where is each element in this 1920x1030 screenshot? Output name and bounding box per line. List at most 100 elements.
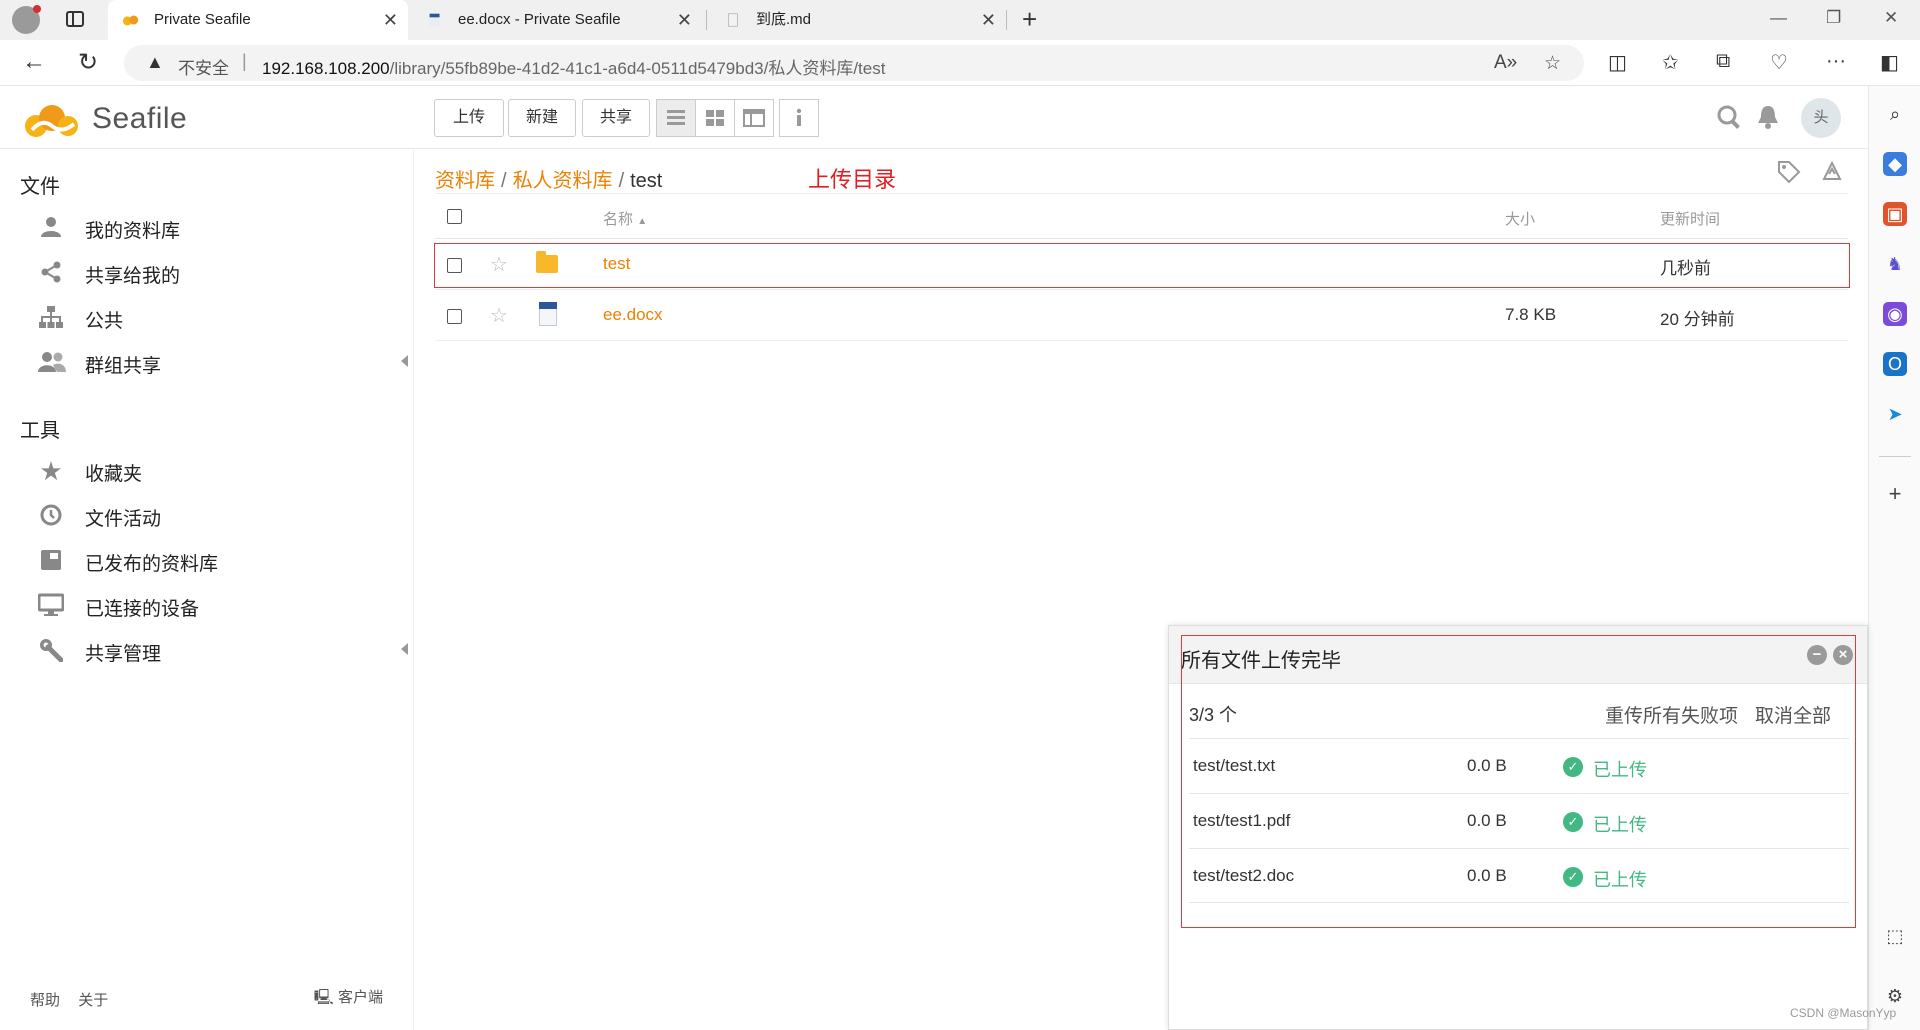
split-screen-icon[interactable]: ◫: [1608, 50, 1627, 75]
toolbox-icon[interactable]: ▣: [1883, 202, 1907, 226]
files-section-title: 文件: [20, 176, 60, 198]
sidebar-item-label: 共享管理: [85, 644, 162, 665]
tab-title: ee.docx - Private Seafile: [458, 11, 621, 28]
search-icon[interactable]: [1716, 104, 1742, 137]
doc-favicon-icon: [429, 13, 440, 27]
tab-title: 到底.md: [756, 11, 812, 28]
expand-caret-icon[interactable]: [401, 355, 408, 367]
sidebar-item-label: 文件活动: [85, 509, 162, 530]
sidebar-toggle-icon[interactable]: ◧: [1880, 50, 1899, 75]
favorite-star-icon[interactable]: ☆: [1544, 52, 1561, 75]
browser-tab-private-seafile[interactable]: Private Seafile ✕: [108, 0, 408, 40]
table-row[interactable]: ☆ ee.docx 7.8 KB 20 分钟前: [435, 291, 1848, 341]
address-divider: |: [242, 51, 247, 71]
select-all-checkbox[interactable]: [447, 209, 462, 224]
shopping-tag-icon[interactable]: ◆: [1883, 152, 1907, 176]
share-button[interactable]: 共享: [582, 99, 650, 137]
row-checkbox[interactable]: [447, 309, 462, 324]
file-table-header: 名称 ▲ 大小 更新时间: [435, 193, 1848, 239]
file-name[interactable]: ee.docx: [603, 305, 663, 325]
reload-icon[interactable]: ↻: [78, 48, 98, 77]
sidebar-item-published-libraries[interactable]: 已发布的资料库: [30, 546, 410, 576]
new-button[interactable]: 新建: [508, 99, 576, 137]
file-modified: 20 分钟前: [1660, 310, 1735, 329]
app-header: Seafile 上传 新建 共享 头: [0, 86, 1868, 149]
sidebar-item-label: 已发布的资料库: [85, 554, 219, 575]
group-icon: [38, 350, 66, 376]
star-icon: ★: [39, 456, 63, 486]
edge-sidebar-divider: [1879, 456, 1911, 457]
performance-icon[interactable]: ♡: [1770, 50, 1788, 75]
games-icon[interactable]: ♞: [1883, 252, 1907, 276]
tab-title: Private Seafile: [154, 11, 251, 28]
close-tab-icon[interactable]: ✕: [383, 0, 398, 40]
monitor-icon: 🖳: [313, 989, 334, 1006]
collections-icon[interactable]: ⧉: [1716, 50, 1730, 73]
new-tab-icon[interactable]: +: [1022, 4, 1037, 35]
tab-actions-icon[interactable]: [66, 11, 84, 27]
tab-separator: [706, 10, 707, 30]
warning-icon: ▲: [146, 52, 164, 72]
address-bar[interactable]: ▲ 不安全 | 192.168.108.200/library/55fb89be…: [124, 45, 1584, 81]
tag-icon[interactable]: [1777, 160, 1801, 190]
screenshot-icon[interactable]: ⬚: [1883, 924, 1907, 948]
annotation-label: 上传目录: [808, 167, 897, 192]
share-icon: [38, 260, 64, 286]
help-link[interactable]: 帮助: [30, 992, 60, 1009]
column-name[interactable]: 名称 ▲: [603, 208, 647, 229]
annotation-highlight-box: [1181, 635, 1856, 928]
published-library-icon: [38, 548, 64, 574]
star-outline-icon[interactable]: ☆: [490, 303, 508, 328]
sidebar-item-my-libraries[interactable]: 我的资料库: [30, 213, 410, 243]
favorites-icon[interactable]: ✩: [1662, 50, 1679, 75]
user-avatar[interactable]: 头: [1801, 98, 1841, 138]
send-icon[interactable]: ➤: [1883, 402, 1907, 426]
breadcrumb-libraries[interactable]: 资料库: [435, 170, 495, 192]
sidebar-footer: 帮助 关于: [30, 989, 122, 1010]
close-tab-icon[interactable]: ✕: [981, 0, 996, 40]
close-window-icon[interactable]: ✕: [1884, 8, 1898, 28]
sidebar-item-favorites[interactable]: ★ 收藏夹: [30, 456, 410, 486]
back-icon[interactable]: ←: [22, 48, 46, 76]
seafile-favicon-icon: [122, 15, 139, 26]
add-icon[interactable]: +: [1883, 482, 1907, 506]
client-link[interactable]: 🖳 客户端: [314, 986, 383, 1012]
column-view-button[interactable]: [734, 99, 774, 137]
column-modified: 更新时间: [1660, 211, 1721, 228]
minimize-icon[interactable]: —: [1770, 8, 1787, 28]
search-icon[interactable]: ⌕: [1883, 102, 1907, 126]
column-view-icon: [743, 109, 765, 127]
expand-caret-icon[interactable]: [401, 643, 408, 655]
sidebar-item-share-admin[interactable]: 共享管理: [30, 636, 410, 666]
more-menu-icon[interactable]: ···: [1826, 50, 1846, 73]
wrench-icon: [38, 638, 64, 664]
outlook-icon[interactable]: O: [1883, 352, 1907, 376]
notification-bell-icon[interactable]: [1756, 104, 1780, 137]
info-button[interactable]: [779, 99, 819, 137]
sidebar-item-shared-with-me[interactable]: 共享给我的: [30, 258, 410, 288]
about-link[interactable]: 关于: [78, 992, 108, 1009]
browser-tab-md[interactable]: 到底.md ✕: [710, 0, 1006, 40]
trash-recycle-icon[interactable]: [1820, 160, 1844, 190]
app-logo-text: Seafile: [92, 102, 188, 135]
sidebar: 文件 我的资料库 共享给我的 公共 群组共享 工具 ★ 收藏夹 文件活动 已发布…: [6, 150, 414, 1030]
upload-button[interactable]: 上传: [434, 99, 504, 137]
settings-gear-icon[interactable]: ⚙: [1883, 984, 1907, 1008]
breadcrumb-private-library[interactable]: 私人资料库: [513, 170, 613, 192]
list-view-button[interactable]: [656, 99, 696, 137]
sidebar-item-group-share[interactable]: 群组共享: [30, 348, 410, 378]
sidebar-item-public[interactable]: 公共: [30, 303, 410, 333]
upload-progress-panel: 所有文件上传完毕 − × 3/3 个 重传所有失败项 取消全部 test/tes…: [1168, 625, 1868, 1030]
restore-icon[interactable]: ❐: [1826, 8, 1841, 28]
profile-avatar-icon[interactable]: [12, 5, 41, 34]
browser-tab-ee-docx[interactable]: ee.docx - Private Seafile ✕: [412, 0, 702, 40]
sidebar-item-linked-devices[interactable]: 已连接的设备: [30, 591, 410, 621]
sidebar-item-label: 已连接的设备: [85, 599, 200, 620]
client-label: 客户端: [337, 989, 383, 1006]
microsoft365-icon[interactable]: ◉: [1883, 302, 1907, 326]
sidebar-item-file-activity[interactable]: 文件活动: [30, 501, 410, 531]
seafile-logo-icon[interactable]: [22, 100, 86, 140]
grid-view-button[interactable]: [695, 99, 735, 137]
close-tab-icon[interactable]: ✕: [677, 0, 692, 40]
read-aloud-icon[interactable]: A»: [1494, 52, 1517, 74]
